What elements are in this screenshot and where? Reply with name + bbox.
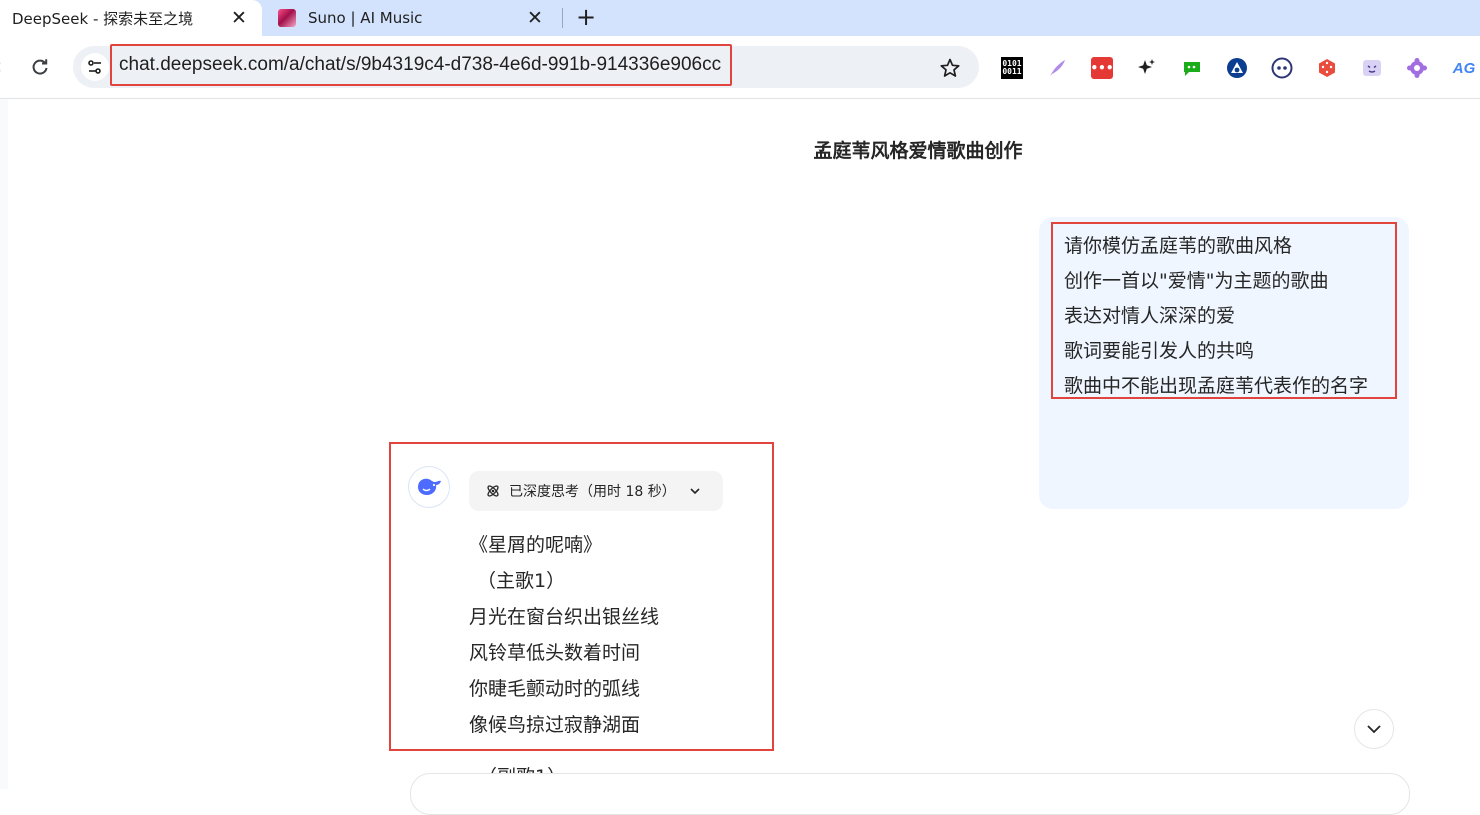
suno-favicon-icon [278, 9, 296, 27]
browser-tab-strip: DeepSeek - 探索未至之境 ✕ Suno | AI Music ✕ + [0, 0, 1480, 36]
sparkle-icon[interactable] [1136, 57, 1158, 79]
thinking-label: 已深度思考（用时 18 秒） [509, 484, 676, 500]
tab-deepseek[interactable]: DeepSeek - 探索未至之境 ✕ [0, 0, 262, 36]
chat-title: 孟庭苇风格爱情歌曲创作 [813, 140, 1023, 162]
binary-0101-icon[interactable]: 0101 0011 [1001, 57, 1023, 79]
close-tab-icon[interactable]: ✕ [522, 5, 548, 31]
assistant-answer: 《星屑的呢喃》 （主歌1） 月光在窗台织出银丝线 风铃草低头数着时间 你睫毛颤动… [469, 527, 659, 743]
site-info-icon[interactable] [81, 53, 109, 81]
tab-separator [562, 8, 563, 28]
chevron-down-icon [1367, 725, 1381, 734]
reload-icon[interactable] [26, 53, 54, 81]
answer-line: 像候鸟掠过寂静湖面 [469, 714, 641, 736]
quill-icon[interactable] [1046, 57, 1068, 79]
tab-title: Suno | AI Music [308, 9, 423, 27]
answer-line: 风铃草低头数着时间 [469, 642, 641, 664]
face-circle-icon[interactable] [1271, 57, 1293, 79]
tab-title: DeepSeek - 探索未至之境 [12, 9, 194, 28]
deepseek-chat-page: 孟庭苇风格爱情歌曲创作 请你模仿孟庭苇的歌曲风格 创作一首以"爱情"为主题的歌曲… [0, 99, 1480, 815]
triangle-circle-icon[interactable] [1226, 57, 1248, 79]
close-tab-icon[interactable]: ✕ [226, 5, 252, 31]
user-message-highlight: 请你模仿孟庭苇的歌曲风格 创作一首以"爱情"为主题的歌曲 表达对情人深深的爱 歌… [1051, 222, 1397, 399]
new-tab-button[interactable]: + [572, 3, 600, 31]
ellipsis-box-icon[interactable]: ••• [1091, 57, 1114, 79]
user-message-line: 歌词要能引发人的共鸣 [1064, 340, 1255, 362]
url-text[interactable]: chat.deepseek.com/a/chat/s/9b4319c4-d738… [119, 54, 721, 76]
smile-card-icon[interactable] [1361, 57, 1383, 79]
user-message-line: 歌曲中不能出现孟庭苇代表作的名字 [1064, 375, 1369, 397]
dice-icon[interactable] [1316, 57, 1338, 79]
address-bar[interactable]: chat.deepseek.com/a/chat/s/9b4319c4-d738… [73, 44, 979, 88]
scroll-to-bottom-button[interactable] [1354, 709, 1394, 749]
atom-icon [485, 483, 501, 499]
user-message-bubble: 请你模仿孟庭苇的歌曲风格 创作一首以"爱情"为主题的歌曲 表达对情人深深的爱 歌… [1039, 217, 1409, 509]
url-highlight-box[interactable]: chat.deepseek.com/a/chat/s/9b4319c4-d738… [110, 44, 732, 86]
answer-line: 你睫毛颤动时的弧线 [469, 678, 641, 700]
browser-toolbar: ‹ chat.deepseek.com/a/chat/s/9b4319c4-d7… [0, 36, 1480, 99]
user-message-line: 请你模仿孟庭苇的歌曲风格 [1064, 235, 1293, 257]
back-arrow-icon[interactable]: ‹ [0, 54, 2, 78]
chat-bubble-icon[interactable] [1181, 57, 1203, 79]
deep-thinking-toggle[interactable]: 已深度思考（用时 18 秒） [469, 471, 723, 511]
user-message-line: 表达对情人深深的爱 [1064, 305, 1236, 327]
answer-line: 《星屑的呢喃》 [469, 534, 603, 556]
answer-line: 月光在窗台织出银丝线 [469, 606, 660, 628]
gear-flower-icon[interactable] [1406, 57, 1428, 79]
message-input-box[interactable] [410, 773, 1410, 815]
deepseek-avatar-icon [408, 466, 450, 508]
answer-line: （主歌1） [477, 570, 566, 592]
sidebar-edge [0, 99, 8, 789]
bookmark-star-icon[interactable] [936, 54, 964, 82]
ag-logo-icon[interactable]: AG [1451, 57, 1477, 79]
user-message-line: 创作一首以"爱情"为主题的歌曲 [1064, 270, 1329, 292]
tab-suno[interactable]: Suno | AI Music ✕ [272, 0, 558, 36]
chevron-down-icon [688, 484, 702, 498]
